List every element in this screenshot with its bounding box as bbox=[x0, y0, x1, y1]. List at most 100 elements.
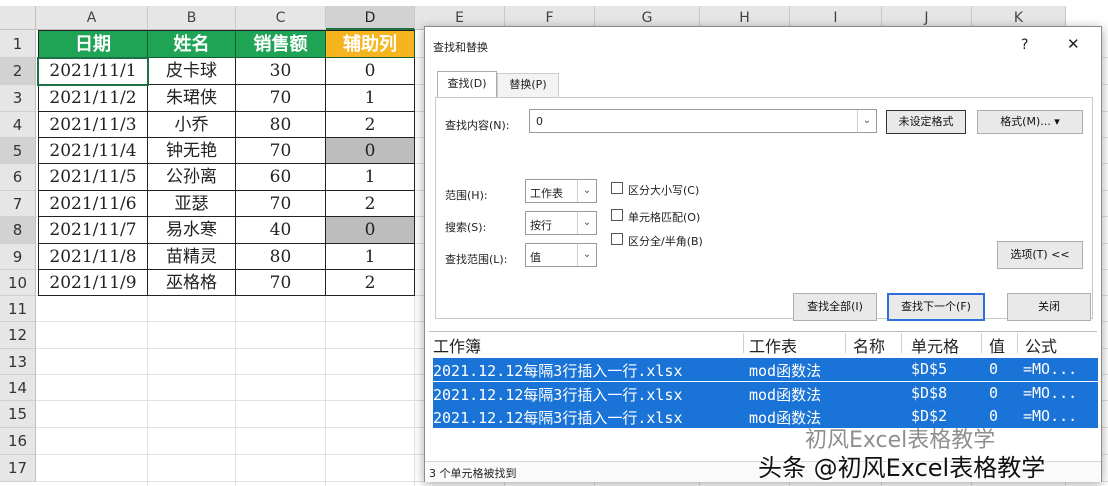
tab-replace[interactable]: 替换(P) bbox=[497, 73, 559, 97]
table-header-cell[interactable]: 销售额 bbox=[236, 30, 326, 58]
table-cell[interactable]: 公孙离 bbox=[148, 164, 236, 191]
table-cell[interactable]: 2021/11/7 bbox=[38, 217, 148, 244]
table-cell[interactable]: 0 bbox=[326, 58, 415, 85]
table-header-cell[interactable]: 辅助列 bbox=[326, 30, 415, 58]
chevron-down-icon[interactable]: ⌄ bbox=[577, 212, 596, 234]
chevron-down-icon[interactable]: ⌄ bbox=[577, 244, 596, 266]
search-select[interactable]: 按行 ⌄ bbox=[525, 211, 597, 235]
row-header[interactable]: 13 bbox=[0, 349, 36, 375]
table-cell[interactable]: 巫格格 bbox=[148, 270, 236, 296]
col-header-workbook[interactable]: 工作簿 bbox=[433, 333, 481, 357]
row-header[interactable]: 16 bbox=[0, 428, 36, 455]
column-divider bbox=[743, 333, 744, 353]
table-cell[interactable]: 0 bbox=[326, 217, 415, 244]
format-button[interactable]: 格式(M)... ▾ bbox=[977, 110, 1083, 134]
match-width-checkbox[interactable] bbox=[611, 233, 623, 245]
col-header-value[interactable]: 值 bbox=[989, 333, 1005, 357]
column-divider bbox=[901, 333, 902, 353]
table-cell[interactable]: 0 bbox=[326, 138, 415, 164]
column-header[interactable]: C bbox=[236, 6, 326, 30]
chevron-down-icon[interactable]: ⌄ bbox=[577, 180, 596, 202]
find-next-button[interactable]: 查找下一个(F) bbox=[887, 293, 985, 321]
close-icon[interactable]: ✕ bbox=[1067, 35, 1080, 53]
table-cell[interactable]: 2021/11/6 bbox=[38, 191, 148, 217]
result-row[interactable]: 2021.12.12每隔3行插入一行.xlsx mod函数法 $D$5 0 =MO... bbox=[433, 358, 1098, 381]
col-header-cell[interactable]: 单元格 bbox=[911, 333, 959, 357]
row-header[interactable]: 4 bbox=[0, 112, 36, 138]
table-cell[interactable]: 2021/11/9 bbox=[38, 270, 148, 296]
table-cell[interactable]: 2 bbox=[326, 191, 415, 217]
result-row[interactable]: 2021.12.12每隔3行插入一行.xlsx mod函数法 $D$2 0 =MO... bbox=[433, 405, 1098, 428]
find-replace-dialog: 查找和替换 ? ✕ 查找(D) 替换(P) 查找内容(N): 0 ⌄ 未设定格式… bbox=[424, 26, 1102, 482]
close-button[interactable]: 关闭 bbox=[1007, 293, 1091, 321]
table-cell[interactable]: 70 bbox=[236, 85, 326, 112]
table-cell[interactable]: 2021/11/4 bbox=[38, 138, 148, 164]
table-cell[interactable]: 2021/11/5 bbox=[38, 164, 148, 191]
row-header[interactable]: 10 bbox=[0, 270, 36, 296]
row-header[interactable]: 11 bbox=[0, 296, 36, 322]
table-cell[interactable]: 2021/11/2 bbox=[38, 85, 148, 112]
row-header[interactable]: 2 bbox=[0, 58, 36, 85]
table-cell[interactable]: 40 bbox=[236, 217, 326, 244]
select-all-corner[interactable] bbox=[0, 6, 36, 30]
table-cell[interactable]: 70 bbox=[236, 138, 326, 164]
result-cell: 2021.12.12每隔3行插入一行.xlsx bbox=[433, 409, 683, 427]
within-value: 工作表 bbox=[530, 187, 563, 200]
table-cell[interactable]: 易水寒 bbox=[148, 217, 236, 244]
column-header[interactable]: A bbox=[36, 6, 148, 30]
table-cell[interactable]: 1 bbox=[326, 85, 415, 112]
table-header-cell[interactable]: 姓名 bbox=[148, 30, 236, 58]
table-cell[interactable]: 70 bbox=[236, 191, 326, 217]
table-cell[interactable]: 70 bbox=[236, 270, 326, 296]
row-header[interactable]: 8 bbox=[0, 217, 36, 244]
row-header[interactable]: 15 bbox=[0, 401, 36, 428]
table-cell[interactable]: 朱珺侠 bbox=[148, 85, 236, 112]
column-divider bbox=[981, 333, 982, 353]
active-cell bbox=[37, 57, 149, 86]
find-all-button[interactable]: 查找全部(I) bbox=[793, 293, 877, 321]
table-cell[interactable]: 1 bbox=[326, 164, 415, 191]
row-header[interactable]: 6 bbox=[0, 164, 36, 191]
row-header[interactable]: 1 bbox=[0, 30, 36, 58]
table-cell[interactable]: 亚瑟 bbox=[148, 191, 236, 217]
table-cell[interactable]: 皮卡球 bbox=[148, 58, 236, 85]
table-cell[interactable]: 2021/11/3 bbox=[38, 112, 148, 138]
match-cell-checkbox[interactable] bbox=[611, 209, 623, 221]
table-cell[interactable]: 80 bbox=[236, 112, 326, 138]
row-header[interactable]: 17 bbox=[0, 455, 36, 482]
table-cell[interactable]: 小乔 bbox=[148, 112, 236, 138]
row-header[interactable]: 9 bbox=[0, 244, 36, 270]
result-row[interactable]: 2021.12.12每隔3行插入一行.xlsx mod函数法 $D$8 0 =MO... bbox=[433, 382, 1098, 405]
table-cell[interactable]: 30 bbox=[236, 58, 326, 85]
within-select[interactable]: 工作表 ⌄ bbox=[525, 179, 597, 203]
column-header[interactable]: B bbox=[148, 6, 236, 30]
row-header[interactable]: 5 bbox=[0, 138, 36, 164]
chevron-down-icon[interactable]: ⌄ bbox=[857, 110, 876, 132]
row-header[interactable]: 7 bbox=[0, 191, 36, 217]
table-cell[interactable]: 2 bbox=[326, 270, 415, 296]
col-header-sheet[interactable]: 工作表 bbox=[749, 333, 797, 357]
table-cell[interactable]: 钟无艳 bbox=[148, 138, 236, 164]
row-header[interactable]: 3 bbox=[0, 85, 36, 112]
table-cell[interactable]: 1 bbox=[326, 244, 415, 270]
match-case-checkbox[interactable] bbox=[611, 182, 623, 194]
table-cell[interactable]: 2021/11/8 bbox=[38, 244, 148, 270]
table-cell[interactable]: 80 bbox=[236, 244, 326, 270]
table-header-cell[interactable]: 日期 bbox=[38, 30, 148, 58]
row-header[interactable]: 14 bbox=[0, 375, 36, 401]
watermark: 头条 @初风Excel表格教学 bbox=[758, 454, 1046, 482]
col-header-name[interactable]: 名称 bbox=[853, 333, 885, 357]
options-button[interactable]: 选项(T) << bbox=[997, 241, 1083, 269]
table-cell[interactable]: 苗精灵 bbox=[148, 244, 236, 270]
col-header-formula[interactable]: 公式 bbox=[1025, 333, 1057, 357]
find-what-input[interactable]: 0 ⌄ bbox=[529, 109, 877, 133]
row-header[interactable]: 12 bbox=[0, 322, 36, 349]
column-header[interactable]: D bbox=[326, 6, 415, 30]
table-cell[interactable]: 60 bbox=[236, 164, 326, 191]
result-cell: 2021.12.12每隔3行插入一行.xlsx bbox=[433, 386, 683, 404]
table-cell[interactable]: 2 bbox=[326, 112, 415, 138]
help-button[interactable]: ? bbox=[1021, 37, 1028, 53]
look-in-select[interactable]: 值 ⌄ bbox=[525, 243, 597, 267]
tab-find[interactable]: 查找(D) bbox=[437, 71, 497, 97]
dialog-title: 查找和替换 bbox=[433, 41, 488, 54]
